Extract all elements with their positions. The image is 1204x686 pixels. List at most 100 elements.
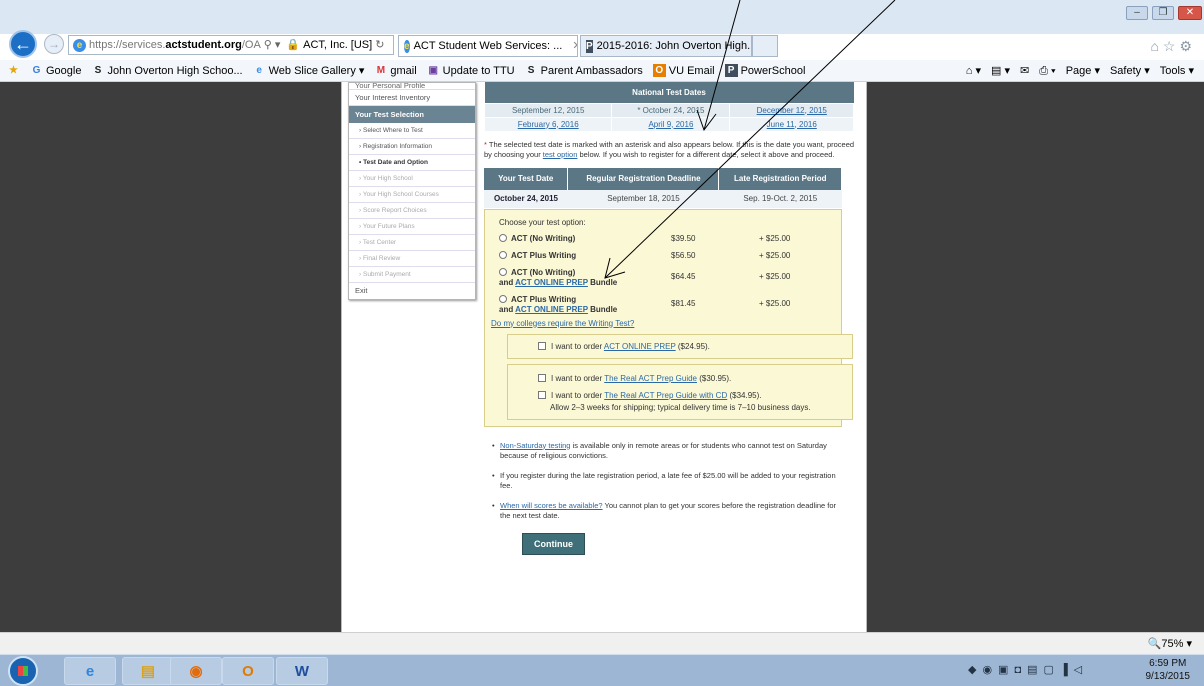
test-date-jun-11[interactable]: June 11, 2016 [729, 116, 854, 132]
site-favicon-icon: e [73, 38, 86, 52]
national-test-dates-title: National Test Dates [484, 82, 854, 103]
prep-guide-checkbox[interactable] [538, 373, 546, 382]
favorite-ttu[interactable]: ▣ Update to TTU [427, 60, 514, 82]
tab-label: ACT Student Web Services: ... [413, 40, 563, 52]
test-date-feb-6[interactable]: February 6, 2016 [483, 116, 613, 132]
restore-button[interactable]: ❐ [1152, 6, 1174, 20]
feeds-icon[interactable]: ▤ ▾ [991, 60, 1010, 82]
radio-button[interactable] [499, 294, 507, 303]
search-icon[interactable]: ⚲ ▾ [261, 36, 284, 54]
option-act-plus-writing-bundle[interactable]: ACT Plus Writing and ACT ONLINE PREP Bund… [499, 294, 835, 315]
google-g-icon: G [32, 65, 41, 76]
late-period-value: Sep. 19-Oct. 2, 2015 [718, 189, 842, 208]
page-menu[interactable]: Page ▾ [1066, 60, 1100, 82]
col-your-test-date: Your Test Date [484, 167, 569, 190]
option-act-plus-writing[interactable]: ACT Plus Writing $56.50 + $25.00 [499, 250, 835, 261]
safety-menu[interactable]: Safety ▾ [1110, 60, 1150, 82]
radio-button[interactable] [499, 267, 507, 276]
option-act-no-writing-bundle[interactable]: ACT (No Writing) and ACT ONLINE PREP Bund… [499, 267, 835, 288]
act-registration-page: Your Personal Profile Your Interest Inve… [341, 82, 867, 632]
prep-guide-cd-checkbox[interactable] [538, 390, 546, 399]
your-test-date-value: October 24, 2015 [484, 189, 568, 208]
sidebar-step-select-where[interactable]: › Select Where to Test [349, 123, 475, 139]
regular-deadline-value: September 18, 2015 [567, 189, 719, 208]
home-star-gear-icons[interactable]: ⌂☆⚙ [1150, 38, 1196, 55]
act-online-prep-link[interactable]: ACT ONLINE PREP [515, 278, 588, 287]
national-test-dates-table: National Test Dates September 12, 2015 *… [483, 82, 854, 132]
test-option-box: Choose your test option: ACT (No Writing… [484, 208, 853, 427]
clock[interactable]: 6:59 PM 9/13/2015 [1146, 657, 1191, 683]
print-icon[interactable]: ⎙ ▾ [1039, 60, 1055, 82]
outlook-icon[interactable]: O [222, 657, 274, 685]
security-label[interactable]: ACT, Inc. [US] [303, 36, 372, 54]
prep-guide-link[interactable]: The Real ACT Prep Guide [604, 374, 697, 383]
window-titlebar: – ❐ ✕ [0, 0, 1204, 34]
favorite-google[interactable]: G Google [30, 60, 82, 82]
sidebar-step-future-plans: › Your Future Plans [349, 219, 475, 235]
online-prep-checkbox[interactable] [538, 341, 546, 350]
zoom-icon: 🔍 [1147, 638, 1162, 650]
new-tab-button[interactable] [752, 35, 778, 57]
zoom-control[interactable]: 🔍75% ▾ [1148, 633, 1192, 655]
test-date-dec-12[interactable]: December 12, 2015 [729, 102, 854, 118]
sidebar-item-exit[interactable]: Exit [349, 283, 475, 299]
sidebar-step-registration-info[interactable]: › Registration Information [349, 139, 475, 155]
home-icon[interactable]: ⌂ ▾ [966, 60, 981, 82]
radio-button[interactable] [499, 250, 507, 259]
favorite-web-slice[interactable]: e Web Slice Gallery ▾ [253, 60, 364, 82]
word-icon[interactable]: W [276, 657, 328, 685]
favorite-john-overton[interactable]: S John Overton High Schoo... [91, 60, 243, 82]
file-explorer-icon[interactable]: ▤ [122, 657, 174, 685]
minimize-button[interactable]: – [1126, 6, 1148, 20]
col-regular-deadline: Regular Registration Deadline [567, 167, 720, 190]
writing-test-link[interactable]: Do my colleges require the Writing Test? [491, 319, 835, 328]
zoom-level: 75% [1161, 638, 1184, 650]
your-test-date-table: Your Test Date Regular Registration Dead… [484, 167, 842, 208]
favorites-star-icon[interactable]: ★ [7, 64, 20, 77]
refresh-icon[interactable]: ↻ [372, 36, 387, 54]
favorite-vu-email[interactable]: O VU Email [652, 60, 715, 82]
prep-guide-cd-option: I want to order The Real ACT Prep Guide … [538, 390, 844, 401]
option-act-no-writing[interactable]: ACT (No Writing) $39.50 + $25.00 [499, 233, 835, 244]
clock-date: 9/13/2015 [1145, 671, 1191, 682]
prep-guide-cd-link[interactable]: The Real ACT Prep Guide with CD [604, 391, 727, 400]
back-icon[interactable]: ← [9, 30, 37, 58]
start-button[interactable] [8, 656, 38, 686]
tab-john-overton[interactable]: P 2015-2016: John Overton High... [580, 35, 752, 57]
url-domain: actstudent.org [165, 39, 242, 51]
tab-act-student[interactable]: e ACT Student Web Services: ... ✕ [398, 35, 578, 57]
mail-icon[interactable]: ✉ [1020, 60, 1029, 82]
ie-icon[interactable]: e [64, 657, 116, 685]
sidebar-item-personal-profile[interactable]: Your Personal Profile [349, 83, 475, 90]
powerschool-tab-icon: P [586, 39, 593, 53]
col-late-period: Late Registration Period [718, 167, 842, 190]
registration-sidebar: Your Personal Profile Your Interest Inve… [348, 82, 476, 300]
test-date-apr-9[interactable]: April 9, 2016 [611, 116, 731, 132]
system-tray-icons[interactable]: ◆◉▣◘▤▢▐◁ [968, 663, 1088, 676]
favorite-parent-ambassadors[interactable]: S Parent Ambassadors [525, 60, 643, 82]
prep-guide-option: I want to order The Real ACT Prep Guide … [538, 373, 844, 384]
act-online-prep-link[interactable]: ACT ONLINE PREP [515, 305, 588, 314]
right-background [867, 82, 1204, 632]
tools-menu[interactable]: Tools ▾ [1160, 60, 1194, 82]
continue-button[interactable]: Continue [522, 532, 585, 555]
lock-icon[interactable]: 🔒 [283, 36, 303, 54]
close-tab-icon[interactable]: ✕ [572, 36, 577, 56]
close-button[interactable]: ✕ [1178, 6, 1202, 20]
sidebar-item-interest-inventory[interactable]: Your Interest Inventory [349, 90, 475, 106]
sidebar-step-test-date[interactable]: • Test Date and Option [349, 155, 475, 171]
favorite-powerschool[interactable]: P PowerSchool [724, 60, 805, 82]
radio-button[interactable] [499, 233, 507, 242]
orange-app-icon[interactable]: ◉ [170, 657, 222, 685]
address-bar[interactable]: e https://services. actstudent.org/OA ⚲ ▾… [68, 35, 394, 55]
ttu-icon: ▣ [428, 65, 438, 76]
forward-icon[interactable]: → [44, 34, 64, 54]
test-option-link[interactable]: test option [543, 150, 578, 159]
main-content: National Test Dates September 12, 2015 *… [483, 82, 866, 555]
scores-available-link[interactable]: When will scores be available? [500, 501, 603, 510]
online-prep-link[interactable]: ACT ONLINE PREP [604, 342, 676, 351]
non-saturday-link[interactable]: Non-Saturday testing [500, 441, 570, 450]
test-option-prompt: Choose your test option: [499, 217, 586, 227]
powerschool-icon: P [724, 64, 738, 77]
favorite-gmail[interactable]: Mgmail [374, 60, 417, 82]
